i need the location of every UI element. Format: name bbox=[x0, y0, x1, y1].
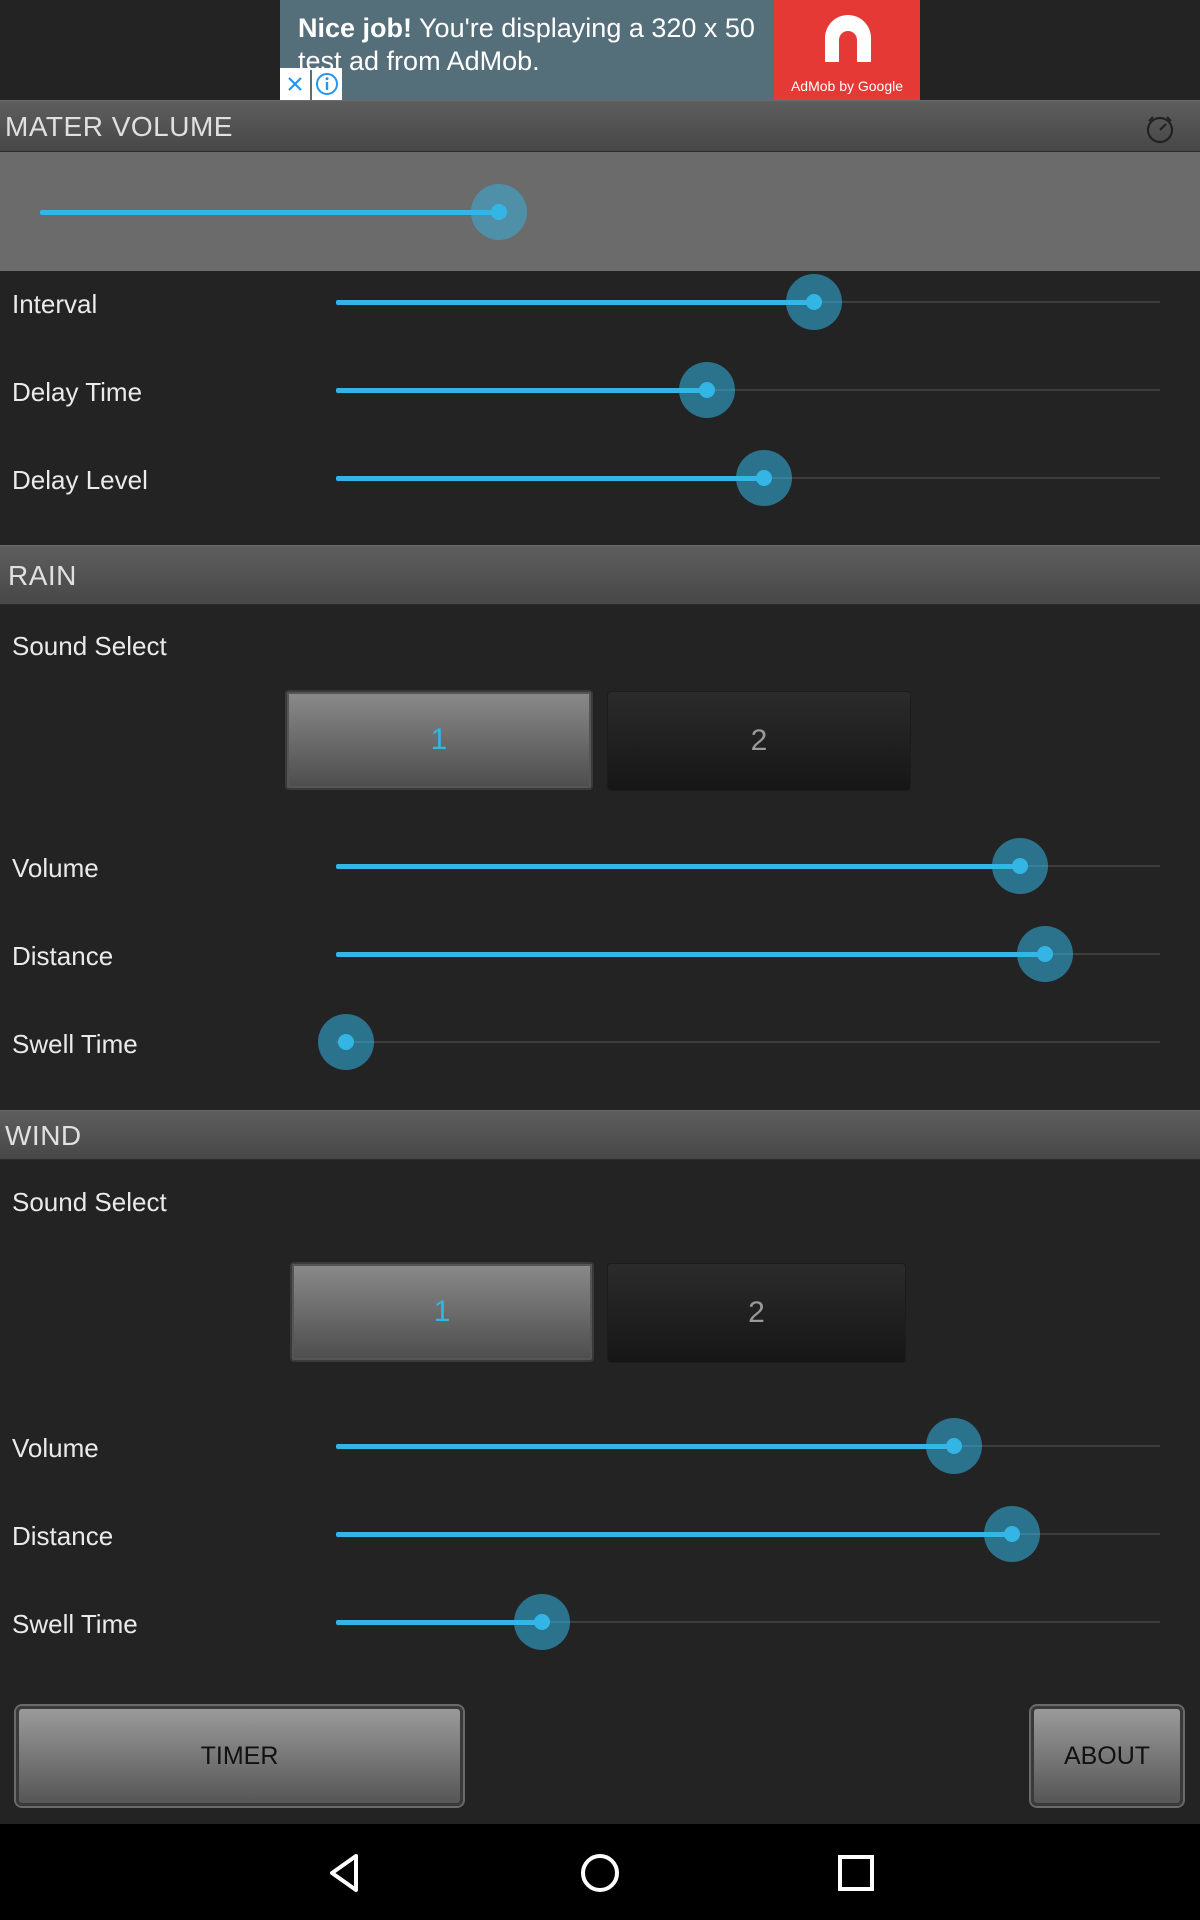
wind-distance-label: Distance bbox=[12, 1521, 114, 1551]
wind-sound-1-button[interactable]: 1 bbox=[290, 1262, 594, 1362]
rain-header: RAIN bbox=[0, 545, 1200, 605]
slider-thumb-dot bbox=[1004, 1526, 1020, 1542]
ad-text[interactable]: Nice job! You're displaying a 320 x 50 t… bbox=[298, 12, 778, 78]
recents-icon[interactable] bbox=[831, 1848, 881, 1898]
master-volume-header: MATER VOLUME bbox=[0, 100, 1200, 152]
slider-fill bbox=[336, 300, 814, 305]
slider-fill bbox=[336, 388, 707, 393]
wind-distance-slider[interactable] bbox=[336, 1504, 1160, 1564]
wind-swell-time-slider[interactable] bbox=[336, 1592, 1160, 1652]
ad-close-button[interactable] bbox=[280, 68, 310, 100]
rain-volume-label: Volume bbox=[12, 853, 99, 883]
wind-sound-2-button[interactable]: 2 bbox=[607, 1263, 906, 1363]
rain-title: RAIN bbox=[8, 560, 77, 591]
wind-volume-label: Volume bbox=[12, 1433, 99, 1463]
slider-thumb-dot bbox=[1012, 858, 1028, 874]
slider-thumb[interactable] bbox=[471, 184, 527, 240]
slider-fill bbox=[336, 1532, 1012, 1537]
slider-thumb-dot bbox=[1037, 946, 1053, 962]
slider-thumb[interactable] bbox=[786, 274, 842, 330]
slider-thumb[interactable] bbox=[736, 450, 792, 506]
timer-button[interactable]: TIMER bbox=[16, 1706, 463, 1806]
slider-thumb-dot bbox=[534, 1614, 550, 1630]
slider-thumb-dot bbox=[946, 1438, 962, 1454]
slider-thumb[interactable] bbox=[984, 1506, 1040, 1562]
ad-info-button[interactable] bbox=[312, 68, 342, 100]
wind-header: WIND bbox=[0, 1110, 1200, 1160]
slider-thumb-dot bbox=[756, 470, 772, 486]
timer-icon[interactable] bbox=[1144, 113, 1176, 145]
slider-thumb-dot bbox=[338, 1034, 354, 1050]
slider-thumb[interactable] bbox=[679, 362, 735, 418]
slider-fill bbox=[40, 210, 499, 215]
slider-fill bbox=[336, 952, 1045, 957]
slider-thumb-dot bbox=[699, 382, 715, 398]
master-volume-title: MATER VOLUME bbox=[5, 111, 233, 142]
interval-slider[interactable] bbox=[336, 272, 1160, 332]
navigation-bar bbox=[0, 1824, 1200, 1920]
slider-track[interactable] bbox=[336, 1041, 1160, 1043]
slider-thumb-dot bbox=[806, 294, 822, 310]
slider-thumb[interactable] bbox=[992, 838, 1048, 894]
delay-time-label: Delay Time bbox=[12, 377, 143, 407]
slider-thumb[interactable] bbox=[318, 1014, 374, 1070]
rain-sound-select-label: Sound Select bbox=[12, 631, 167, 661]
slider-fill bbox=[336, 1620, 542, 1625]
wind-title: WIND bbox=[5, 1120, 82, 1151]
rain-swell-time-slider[interactable] bbox=[318, 1012, 1160, 1072]
about-button[interactable]: ABOUT bbox=[1031, 1706, 1183, 1806]
admob-caption: AdMob by Google bbox=[790, 78, 904, 94]
wind-swell-time-label: Swell Time bbox=[12, 1609, 138, 1639]
slider-fill bbox=[336, 476, 764, 481]
rain-distance-label: Distance bbox=[12, 941, 114, 971]
home-icon[interactable] bbox=[575, 1848, 625, 1898]
admob-logo[interactable]: AdMob by Google bbox=[774, 0, 920, 100]
delay-time-slider[interactable] bbox=[336, 360, 1160, 420]
ad-banner[interactable]: Nice job! You're displaying a 320 x 50 t… bbox=[280, 0, 920, 100]
admob-logo-icon bbox=[825, 15, 871, 62]
interval-label: Interval bbox=[12, 289, 98, 319]
close-icon bbox=[288, 77, 302, 91]
slider-thumb[interactable] bbox=[926, 1418, 982, 1474]
delay-level-slider[interactable] bbox=[336, 448, 1160, 508]
rain-volume-slider[interactable] bbox=[336, 836, 1160, 896]
slider-thumb-dot bbox=[491, 204, 507, 220]
slider-fill bbox=[336, 1444, 954, 1449]
slider-fill bbox=[336, 864, 1020, 869]
rain-distance-slider[interactable] bbox=[336, 924, 1160, 984]
slider-thumb[interactable] bbox=[1017, 926, 1073, 982]
wind-sound-select-label: Sound Select bbox=[12, 1187, 167, 1217]
info-icon bbox=[316, 73, 338, 95]
back-icon[interactable] bbox=[320, 1848, 370, 1898]
wind-volume-slider[interactable] bbox=[336, 1416, 1160, 1476]
master-volume-slider[interactable] bbox=[40, 182, 600, 242]
delay-level-label: Delay Level bbox=[12, 465, 148, 495]
rain-swell-time-label: Swell Time bbox=[12, 1029, 138, 1059]
rain-sound-1-button[interactable]: 1 bbox=[285, 690, 593, 790]
ad-area: Nice job! You're displaying a 320 x 50 t… bbox=[0, 0, 1200, 100]
ad-headline: Nice job! bbox=[298, 13, 413, 43]
rain-sound-2-button[interactable]: 2 bbox=[607, 691, 911, 791]
slider-thumb[interactable] bbox=[514, 1594, 570, 1650]
